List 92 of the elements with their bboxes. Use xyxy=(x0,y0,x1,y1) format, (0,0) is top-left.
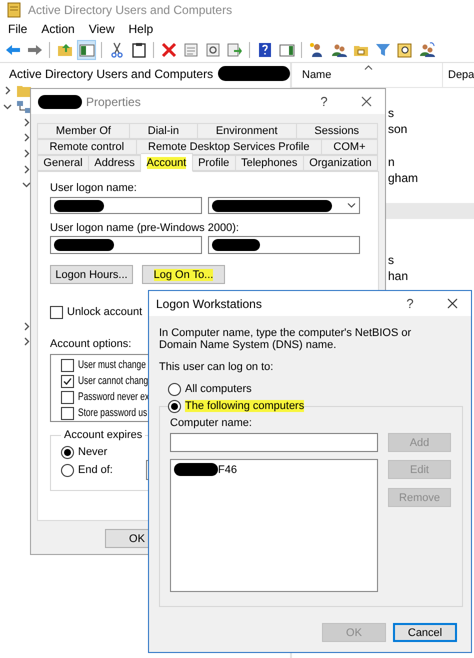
menu-item[interactable]: View xyxy=(88,22,114,36)
list-cell: son xyxy=(388,122,408,136)
tab[interactable]: Environment xyxy=(198,123,296,139)
radio-button[interactable]: End of: xyxy=(61,460,113,480)
tab[interactable]: Remote Desktop Services Profile xyxy=(136,139,322,155)
people-icon xyxy=(418,42,434,58)
tab[interactable]: Member Of xyxy=(37,123,130,139)
redaction-mark xyxy=(212,239,260,251)
column-header[interactable]: Depa xyxy=(442,63,474,87)
field-label: Computer name: xyxy=(170,416,252,430)
find-icon xyxy=(396,42,412,58)
expand-chevron-icon[interactable] xyxy=(22,133,31,142)
person-icon xyxy=(308,42,324,58)
checkbox[interactable]: Store password us xyxy=(61,405,147,421)
close-icon xyxy=(446,298,458,309)
back-arrow-icon xyxy=(4,42,20,58)
dialog-title: Logon Workstations xyxy=(156,296,263,310)
window-title: Active Directory Users and Computers xyxy=(28,3,232,17)
list-cell: gham xyxy=(388,171,418,186)
list-cell: n xyxy=(388,154,395,169)
dialog-button[interactable]: Cancel xyxy=(393,623,457,642)
list-cell: han xyxy=(388,269,408,284)
prompt-label: This user can log on to: xyxy=(159,360,274,374)
dialog-button[interactable]: Log On To... xyxy=(142,265,225,284)
filter-icon xyxy=(374,42,390,58)
menu-item[interactable]: Action xyxy=(41,22,75,36)
checkmark-icon xyxy=(63,376,72,386)
collapse-chevron-icon[interactable] xyxy=(3,102,12,112)
input-field[interactable] xyxy=(50,197,202,214)
menu-item[interactable]: Help xyxy=(128,22,154,36)
expand-chevron-icon[interactable] xyxy=(22,337,31,346)
menu-item[interactable]: File xyxy=(8,22,28,36)
list-cell: s xyxy=(388,253,394,268)
redaction-mark xyxy=(54,239,114,251)
delete-icon xyxy=(160,42,176,58)
people-icon xyxy=(330,42,346,58)
close-icon xyxy=(360,96,372,107)
clipboard-icon xyxy=(130,42,146,58)
field-label: User logon name: xyxy=(50,181,137,195)
redaction-mark xyxy=(38,94,82,108)
console-tree-icon xyxy=(78,42,94,58)
expand-chevron-icon[interactable] xyxy=(22,164,31,174)
tab[interactable]: Organization xyxy=(304,155,378,171)
instruction-text: In Computer name, type the computer's NetBIOS or Domain Name System (DNS) name. xyxy=(159,327,412,351)
checkbox[interactable]: Unlock account xyxy=(50,304,142,320)
tab[interactable]: General xyxy=(37,155,89,171)
expand-chevron-icon[interactable] xyxy=(22,322,31,331)
dropdown-caret-icon xyxy=(347,203,356,208)
tab[interactable]: Dial-in xyxy=(130,123,198,139)
list-cell: s xyxy=(388,106,394,120)
panel-icon xyxy=(278,42,294,58)
help-book-icon xyxy=(256,42,272,58)
domain-icon xyxy=(16,98,32,115)
group-label: Account expires xyxy=(63,428,144,442)
tree-root-label[interactable]: Active Directory Users and Computers xyxy=(9,66,214,80)
dialog-title: Properties xyxy=(86,94,142,108)
tab[interactable]: COM+ xyxy=(322,139,378,155)
tab[interactable]: Sessions xyxy=(296,123,378,139)
collapse-chevron-icon[interactable] xyxy=(22,180,31,190)
tab[interactable]: Telephones xyxy=(236,155,304,171)
toolbar-button[interactable] xyxy=(417,40,436,60)
input-field[interactable] xyxy=(170,433,378,452)
expand-chevron-icon[interactable] xyxy=(22,149,31,158)
tab[interactable]: Address xyxy=(88,155,142,171)
help-button[interactable]: ? xyxy=(391,291,429,316)
redaction-mark xyxy=(54,200,104,212)
input-field[interactable] xyxy=(208,236,360,254)
sort-caret-icon xyxy=(364,65,373,70)
section-label: Account options: xyxy=(50,337,132,351)
checkbox[interactable]: User cannot chang xyxy=(61,373,147,389)
list-item[interactable]: F46 xyxy=(218,464,237,476)
tab[interactable]: Remote control xyxy=(37,139,137,155)
help-button[interactable]: ? xyxy=(305,89,343,114)
radio-button[interactable]: Never xyxy=(61,444,108,460)
folder-up-icon xyxy=(56,42,72,58)
app-icon xyxy=(6,2,22,18)
expand-chevron-icon[interactable] xyxy=(22,118,31,127)
field-label: User logon name (pre-Windows 2000): xyxy=(50,221,239,235)
column-header[interactable]: Name xyxy=(292,63,442,87)
refresh-icon xyxy=(204,42,220,58)
scissors-icon xyxy=(108,42,124,58)
input-field[interactable] xyxy=(50,236,202,254)
expand-chevron-icon[interactable] xyxy=(3,86,12,96)
properties-icon xyxy=(182,42,198,58)
checkbox[interactable]: User must change xyxy=(61,357,147,373)
dialog-button[interactable]: Logon Hours... xyxy=(50,265,133,284)
tab[interactable]: Profile xyxy=(192,155,236,171)
forward-arrow-icon xyxy=(26,42,42,58)
radio-button[interactable]: All computers xyxy=(159,381,252,397)
dropdown-field[interactable] xyxy=(208,197,360,214)
redaction-mark xyxy=(174,463,218,476)
export-icon xyxy=(226,42,242,58)
